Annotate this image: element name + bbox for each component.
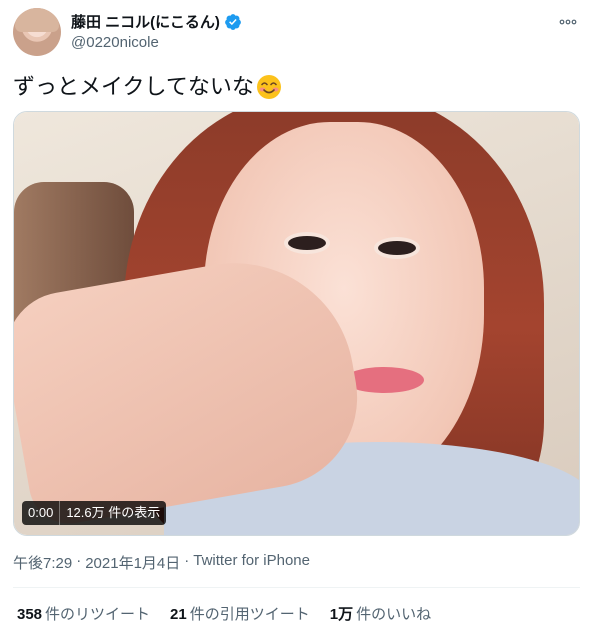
tweet-text-content: ずっとメイクしてないな (13, 74, 254, 99)
tweet-source[interactable]: Twitter for iPhone (193, 552, 310, 573)
ellipsis-icon (559, 19, 577, 25)
video-timestamp: 0:00 (22, 501, 61, 525)
tweet-text: ずっとメイクしてないな (13, 72, 282, 102)
likes-stat[interactable]: 1万 件のいいね (330, 603, 431, 624)
more-options-icon[interactable] (558, 12, 578, 32)
retweet-count: 358 (17, 606, 43, 623)
video-subject-eye-right (374, 237, 420, 259)
user-handle[interactable]: @0220nicole (71, 34, 242, 51)
author-names: 藤田 ニコル(にこるん) @0220nicole (71, 11, 242, 51)
retweet-label: 件のリツイート (45, 606, 151, 623)
avatar-hair (15, 8, 59, 32)
quote-tweet-count: 21 (170, 606, 187, 623)
video-player[interactable]: 0:00 12.6万 件の表示 (13, 111, 580, 536)
like-label: 件のいいね (356, 606, 432, 623)
tweet-stats: 358 件のリツイート 21 件の引用ツイート 1万 件のいいね (17, 603, 451, 624)
smiling-face-with-smiling-eyes-icon (256, 75, 281, 99)
video-frame (14, 112, 579, 535)
retweets-stat[interactable]: 358 件のリツイート (17, 603, 150, 624)
video-badge: 0:00 12.6万 件の表示 (22, 501, 167, 525)
video-subject-eye-left (284, 232, 330, 254)
display-name[interactable]: 藤田 ニコル(にこるん) (71, 11, 220, 32)
divider (13, 587, 580, 588)
avatar[interactable] (13, 8, 61, 56)
quote-tweets-stat[interactable]: 21 件の引用ツイート (170, 603, 310, 624)
quote-tweet-label: 件の引用ツイート (189, 606, 310, 623)
display-name-row: 藤田 ニコル(にこるん) (71, 11, 242, 32)
like-count: 1万 (329, 606, 354, 623)
verified-badge-icon (224, 13, 241, 30)
video-view-count: 12.6万 件の表示 (66, 505, 161, 520)
tweet: 藤田 ニコル(にこるん) @0220nicole ずっとメイクしてないな 0:0… (0, 0, 593, 635)
meta-separator: · (184, 552, 190, 569)
tweet-header: 藤田 ニコル(にこるん) @0220nicole (13, 8, 580, 58)
meta-separator: · (76, 552, 82, 569)
tweet-time[interactable]: 午後7:29 (13, 552, 72, 573)
tweet-meta: 午後7:29 · 2021年1月4日 · Twitter for iPhone (13, 552, 310, 573)
tweet-date[interactable]: 2021年1月4日 (85, 552, 180, 573)
